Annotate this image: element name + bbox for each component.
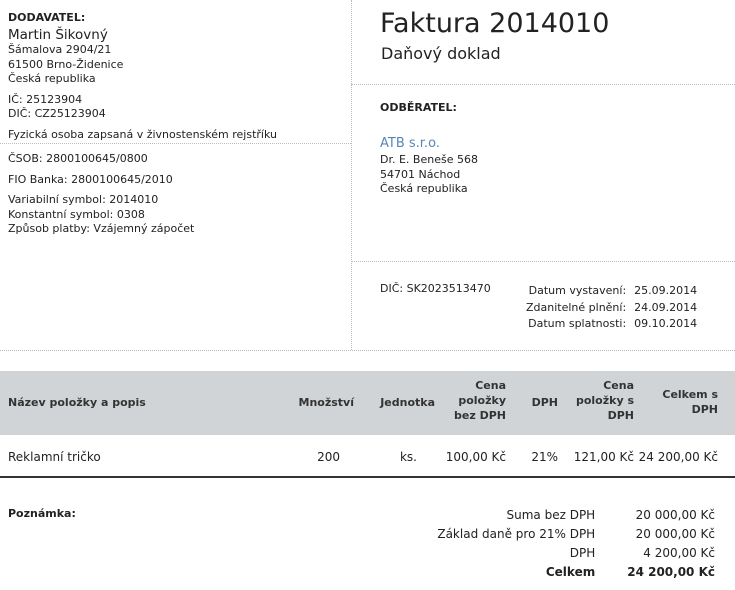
summary-total-value: 24 200,00 Kč [627,565,715,579]
header-price: Cena položky bez DPH [454,378,506,423]
variable-symbol: Variabilní symbol: 2014010 [8,193,159,206]
summary-value: 20 000,00 Kč [635,508,715,522]
invoice-subtitle: Daňový doklad [381,44,501,63]
header-vat: DPH [531,396,558,409]
summary-value: 4 200,00 Kč [643,546,715,560]
summary-row: DPH 4 200,00 Kč [437,545,715,562]
supplier-name: Martin Šikovný [8,27,108,43]
header-price-vat-line: DPH [607,409,634,422]
customer-label: ODBĚRATEL: [380,101,457,114]
summary-label: DPH [569,546,596,560]
header-total-line: Celkem s [662,388,718,401]
items-table-header: Název položky a popis Množství Jednotka … [0,371,735,435]
item-name: Reklamní tričko [8,450,101,464]
item-price-vat: 121,00 Kč [573,450,634,464]
constant-symbol: Konstantní symbol: 0308 [8,207,145,221]
title-divider [351,84,735,85]
date-value: 09.10.2014 [634,317,698,330]
supplier-ic: IČ: 25123904 [8,92,83,106]
date-value: 24.09.2014 [634,300,698,314]
date-row: Datum splatnosti: 09.10.2014 [526,317,697,332]
bank-csob: ČSOB: 2800100645/0800 [8,152,148,165]
customer-street: Dr. E. Beneše 568 [380,153,478,166]
summary-label: Základ daně pro 21% DPH [437,527,596,541]
header-price-line: Cena [475,379,506,392]
summary-row: Suma bez DPH 20 000,00 Kč [437,507,715,524]
header-price-line: bez DPH [454,409,506,422]
item-vat: 21% [531,450,558,464]
summary-label: Suma bez DPH [506,508,596,522]
header-total: Celkem s DPH [662,387,718,417]
supplier-city: 61500 Brno-Židenice [8,57,124,71]
supplier-dic: DIČ: CZ25123904 [8,107,106,120]
supplier-country: Česká republika [8,72,96,85]
header-price-vat-line: Cena [603,379,634,392]
customer-city: 54701 Náchod [380,167,461,181]
table-row: Reklamní tričko 200 ks. 100,00 Kč 21% 12… [0,435,735,478]
vertical-divider [351,0,352,350]
date-value: 25.09.2014 [634,284,698,297]
supplier-block: DODAVATEL: Martin Šikovný Šámalova 2904/… [8,11,343,142]
date-label: Datum vystavení: [528,284,627,297]
date-label: Datum splatnosti: [528,317,627,330]
dates-table: Datum vystavení: 25.09.2014 Zdanitelné p… [524,282,699,334]
summary-row: Základ daně pro 21% DPH 20 000,00 Kč [437,526,715,543]
header-price-line: položky [458,394,506,407]
summary-value: 20 000,00 Kč [635,527,715,541]
header-total-line: DPH [691,403,718,416]
date-row: Zdanitelné plnění: 24.09.2014 [526,301,697,316]
customer-divider [351,261,735,262]
header-unit: Jednotka [380,396,435,409]
header-divider [0,350,735,351]
item-price: 100,00 Kč [445,450,506,464]
supplier-registry-note: Fyzická osoba zapsaná v živnostenském re… [8,127,277,141]
payment-method: Způsob platby: Vzájemný zápočet [8,222,195,235]
supplier-divider [0,143,351,144]
supplier-street: Šámalova 2904/21 [8,43,112,56]
header-qty: Množství [298,396,354,409]
header-price-vat: Cena položky s DPH [576,378,634,423]
date-label: Zdanitelné plnění: [526,300,627,314]
bank-fio: FIO Banka: 2800100645/2010 [8,172,173,186]
summary-total-row: Celkem 24 200,00 Kč [437,564,715,581]
item-unit: ks. [399,450,417,464]
supplier-label: DODAVATEL: [8,11,86,24]
invoice-title: Faktura 2014010 [380,8,610,39]
item-qty: 200 [317,450,340,464]
customer-block: ODBĚRATEL: ATB s.r.o. Dr. E. Beneše 568 … [380,101,730,197]
note-label: Poznámka: [8,507,76,520]
summary-table: Suma bez DPH 20 000,00 Kč Základ daně pr… [435,505,717,583]
bank-block: ČSOB: 2800100645/0800 FIO Banka: 2800100… [8,152,343,237]
customer-name: ATB s.r.o. [380,136,440,151]
item-total: 24 200,00 Kč [638,450,718,464]
header-price-vat-line: položky s [575,394,634,407]
summary-total-label: Celkem [545,565,596,579]
customer-dic: DIČ: SK2023513470 [380,282,491,295]
customer-country: Česká republika [380,182,468,195]
date-row: Datum vystavení: 25.09.2014 [526,284,698,299]
header-name: Název položky a popis [8,396,146,409]
